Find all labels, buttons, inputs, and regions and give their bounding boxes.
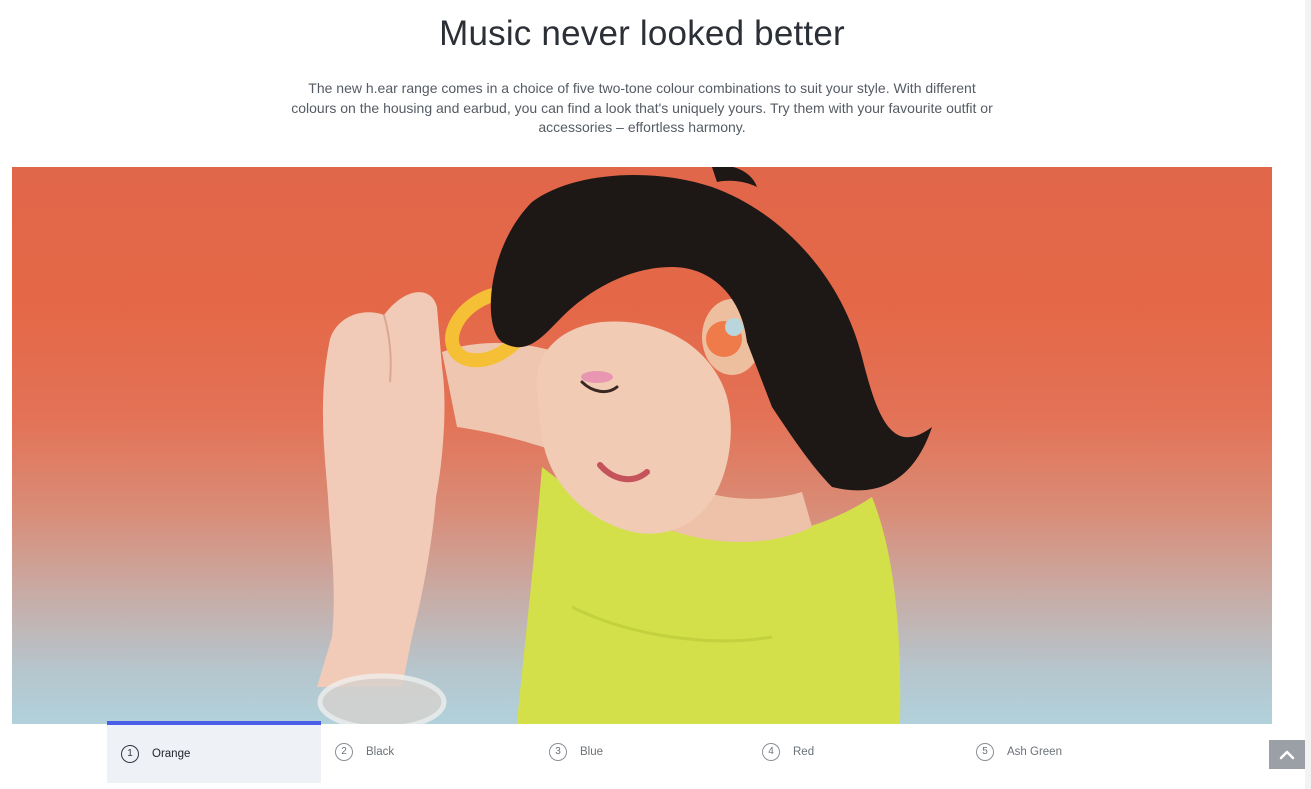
tab-label: Black: [366, 746, 395, 758]
tab-label: Blue: [580, 746, 604, 758]
tab-red[interactable]: 4 Red: [748, 721, 962, 783]
tab-orange[interactable]: 1 Orange: [107, 721, 321, 783]
tab-number: 2: [335, 743, 353, 761]
clear-bracelet: [317, 673, 447, 724]
tab-label: Orange: [152, 748, 191, 760]
tab-label: Red: [793, 746, 815, 758]
tab-label: Ash Green: [1007, 746, 1062, 758]
section-title: Music never looked better: [439, 14, 845, 53]
colour-selector-tabs: 1 Orange 2 Black 3 Blue 4 Red 5 Ash Gree…: [107, 721, 1177, 783]
tab-ash-green[interactable]: 5 Ash Green: [962, 721, 1176, 783]
raised-hand: [317, 292, 445, 687]
tab-black[interactable]: 2 Black: [321, 721, 535, 783]
woman-wearing-earbuds-illustration: [317, 167, 932, 724]
tab-number: 1: [121, 745, 139, 763]
tab-blue[interactable]: 3 Blue: [535, 721, 749, 783]
chevron-up-icon: [1279, 750, 1295, 759]
back-to-top-button[interactable]: [1269, 740, 1305, 769]
tab-number: 3: [549, 743, 567, 761]
hero-image: [12, 167, 1272, 724]
section-description: The new h.ear range comes in a choice of…: [291, 80, 993, 135]
product-colour-section: Music never looked better The new h.ear …: [0, 0, 1311, 789]
page-scrollbar[interactable]: [1305, 0, 1311, 789]
tab-number: 5: [976, 743, 994, 761]
tab-number: 4: [762, 743, 780, 761]
